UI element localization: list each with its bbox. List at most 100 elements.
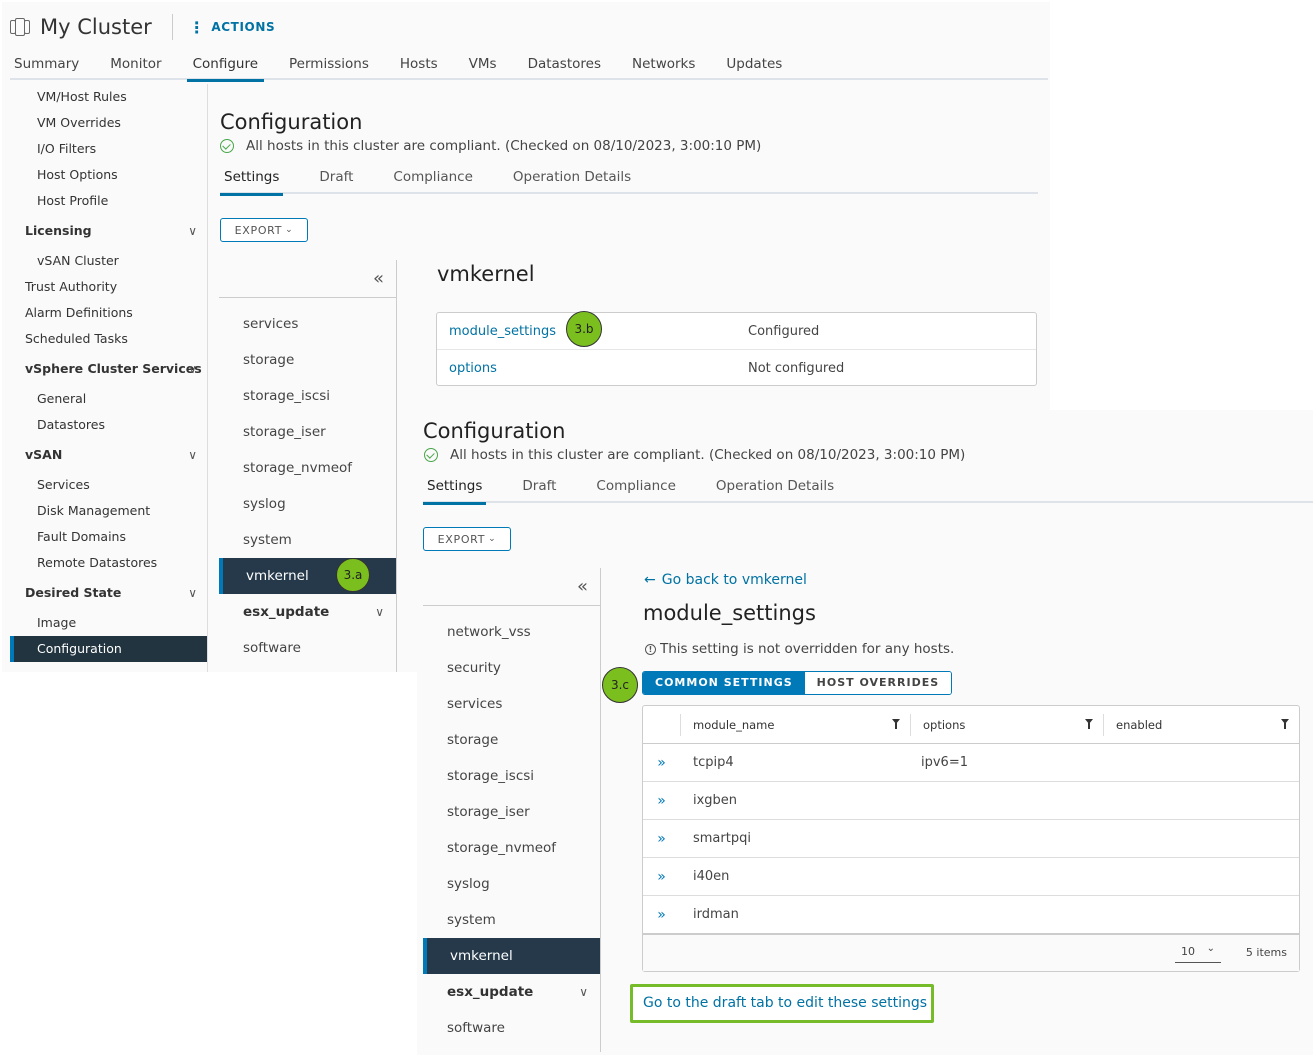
chevron-down-icon[interactable]: ∨ xyxy=(188,214,197,248)
expand-row-icon[interactable]: » xyxy=(643,831,680,847)
tree-item-software[interactable]: software xyxy=(219,630,396,666)
sidebar-item-scheduled-tasks[interactable]: Scheduled Tasks xyxy=(10,326,207,352)
sidebar-item-image[interactable]: Image xyxy=(10,610,207,636)
page-size-select[interactable]: 10 ⌄ xyxy=(1175,943,1221,963)
sidebar-item-host-profile[interactable]: Host Profile xyxy=(10,188,207,214)
tab-summary[interactable]: Summary xyxy=(10,52,83,80)
export-button[interactable]: EXPORT ⌄ xyxy=(220,218,308,242)
tree-item-storage-nvmeof[interactable]: storage_nvmeof xyxy=(219,450,396,486)
tree-item-syslog[interactable]: syslog xyxy=(219,486,396,522)
column-header-module-name[interactable]: module_name xyxy=(680,713,910,736)
tree-item-services[interactable]: services xyxy=(423,686,600,722)
chevron-down-icon[interactable]: ∨ xyxy=(375,594,384,630)
options-link[interactable]: options xyxy=(437,361,748,376)
tab-draft[interactable]: Draft xyxy=(518,475,560,501)
expand-row-icon[interactable]: » xyxy=(643,869,680,885)
tab-compliance[interactable]: Compliance xyxy=(389,166,476,192)
export-button[interactable]: EXPORT ⌄ xyxy=(423,527,511,551)
tree-item-label: storage_nvmeof xyxy=(243,460,353,476)
sidebar-item-services[interactable]: Services xyxy=(10,472,207,498)
sidebar-item-alarm-definitions[interactable]: Alarm Definitions xyxy=(10,300,207,326)
actions-button[interactable]: ⋮ ACTIONS xyxy=(189,18,275,37)
configuration-section: Configuration All hosts in this cluster … xyxy=(220,110,1038,242)
tab-operation-details[interactable]: Operation Details xyxy=(509,166,635,192)
sidebar-item-label: Host Options xyxy=(37,167,118,182)
tab-networks[interactable]: Networks xyxy=(628,52,699,80)
tree-item-storage[interactable]: storage xyxy=(219,342,396,378)
collapse-double-chevron-icon[interactable]: « xyxy=(577,576,588,597)
tree-item-esx-update[interactable]: esx_update ∨ xyxy=(219,594,396,630)
tree-item-software[interactable]: software xyxy=(423,1010,600,1046)
sidebar-item-i-o-filters[interactable]: I/O Filters xyxy=(10,136,207,162)
tree-item-label: storage_nvmeof xyxy=(447,840,557,856)
chevron-down-icon[interactable]: ∨ xyxy=(188,576,197,610)
host-overrides-button[interactable]: HOST OVERRIDES xyxy=(804,672,952,694)
chevron-down-icon[interactable]: ∨ xyxy=(188,352,197,386)
tab-vms[interactable]: VMs xyxy=(465,52,501,80)
tab-draft[interactable]: Draft xyxy=(315,166,357,192)
sidebar-item-host-options[interactable]: Host Options xyxy=(10,162,207,188)
sidebar-item-desired-state[interactable]: Desired State ∨ xyxy=(10,576,207,610)
sidebar-item-fault-domains[interactable]: Fault Domains xyxy=(10,524,207,550)
filter-icon[interactable] xyxy=(1085,718,1093,729)
tab-monitor[interactable]: Monitor xyxy=(106,52,165,80)
filter-icon[interactable] xyxy=(892,718,900,729)
sidebar-item-licensing[interactable]: Licensing ∨ xyxy=(10,214,207,248)
tab-permissions[interactable]: Permissions xyxy=(285,52,373,80)
sidebar-item-vsan[interactable]: vSAN ∨ xyxy=(10,438,207,472)
tab-datastores[interactable]: Datastores xyxy=(524,52,605,80)
column-header-options[interactable]: options xyxy=(910,713,1103,736)
tab-compliance[interactable]: Compliance xyxy=(592,475,679,501)
go-back-link[interactable]: ← Go back to vmkernel xyxy=(644,572,807,588)
tab-configure[interactable]: Configure xyxy=(186,52,265,82)
sidebar-item-vm-host-rules[interactable]: VM/Host Rules xyxy=(10,84,207,110)
go-to-draft-link[interactable]: Go to the draft tab to edit these settin… xyxy=(630,984,934,1023)
tree-item-system[interactable]: system xyxy=(219,522,396,558)
tree-item-storage-nvmeof[interactable]: storage_nvmeof xyxy=(423,830,600,866)
tree-item-storage-iser[interactable]: storage_iser xyxy=(423,794,600,830)
tree-item-vmkernel[interactable]: vmkernel 3.a xyxy=(219,558,396,594)
column-header-enabled[interactable]: enabled xyxy=(1103,713,1299,736)
tree-item-services[interactable]: services xyxy=(219,306,396,342)
tree-item-storage-iscsi[interactable]: storage_iscsi xyxy=(423,758,600,794)
sidebar-item-trust-authority[interactable]: Trust Authority xyxy=(10,274,207,300)
object-tabs: Summary Monitor Configure Permissions Hosts V… xyxy=(10,52,1048,82)
tree-item-storage-iscsi[interactable]: storage_iscsi xyxy=(219,378,396,414)
tree-item-vmkernel[interactable]: vmkernel xyxy=(423,938,600,974)
callout-badge-3b: 3.b xyxy=(566,311,602,347)
sidebar-item-label: Fault Domains xyxy=(37,529,126,544)
filter-icon[interactable] xyxy=(1281,718,1289,729)
tab-updates[interactable]: Updates xyxy=(722,52,786,80)
cell-module-name: ixgben xyxy=(693,793,738,808)
tab-settings[interactable]: Settings xyxy=(423,475,487,505)
tree-item-storage[interactable]: storage xyxy=(423,722,600,758)
chevron-down-icon[interactable]: ∨ xyxy=(579,974,588,1010)
tree-item-system[interactable]: system xyxy=(423,902,600,938)
export-label: EXPORT xyxy=(437,532,486,546)
sidebar-item-vsphere-cluster-services[interactable]: vSphere Cluster Services ∨ xyxy=(10,352,207,386)
tree-item-syslog[interactable]: syslog xyxy=(423,866,600,902)
tree-item-storage-iser[interactable]: storage_iser xyxy=(219,414,396,450)
sidebar-item-configuration[interactable]: Configuration xyxy=(10,636,207,662)
tree-item-esx-update[interactable]: esx_update ∨ xyxy=(423,974,600,1010)
tab-hosts[interactable]: Hosts xyxy=(396,52,442,80)
sidebar-item-label: Datastores xyxy=(37,417,105,432)
table-row: » smartpqi xyxy=(643,820,1299,858)
sidebar-item-general[interactable]: General xyxy=(10,386,207,412)
expand-row-icon[interactable]: » xyxy=(643,907,680,923)
tree-item-network-vss[interactable]: network_vss xyxy=(423,614,600,650)
tree-item-security[interactable]: security xyxy=(423,650,600,686)
chevron-down-icon[interactable]: ∨ xyxy=(188,438,197,472)
sidebar-item-disk-management[interactable]: Disk Management xyxy=(10,498,207,524)
tab-settings[interactable]: Settings xyxy=(220,166,284,196)
sidebar-item-vm-overrides[interactable]: VM Overrides xyxy=(10,110,207,136)
compliance-status: All hosts in this cluster are compliant.… xyxy=(423,447,1313,463)
common-settings-button[interactable]: COMMON SETTINGS xyxy=(643,672,805,694)
sidebar-item-datastores[interactable]: Datastores xyxy=(10,412,207,438)
sidebar-item-remote-datastores[interactable]: Remote Datastores xyxy=(10,550,207,576)
expand-row-icon[interactable]: » xyxy=(643,755,680,771)
expand-row-icon[interactable]: » xyxy=(643,793,680,809)
tab-operation-details[interactable]: Operation Details xyxy=(712,475,838,501)
sidebar-item-vsan-cluster[interactable]: vSAN Cluster xyxy=(10,248,207,274)
collapse-double-chevron-icon[interactable]: « xyxy=(373,268,384,289)
